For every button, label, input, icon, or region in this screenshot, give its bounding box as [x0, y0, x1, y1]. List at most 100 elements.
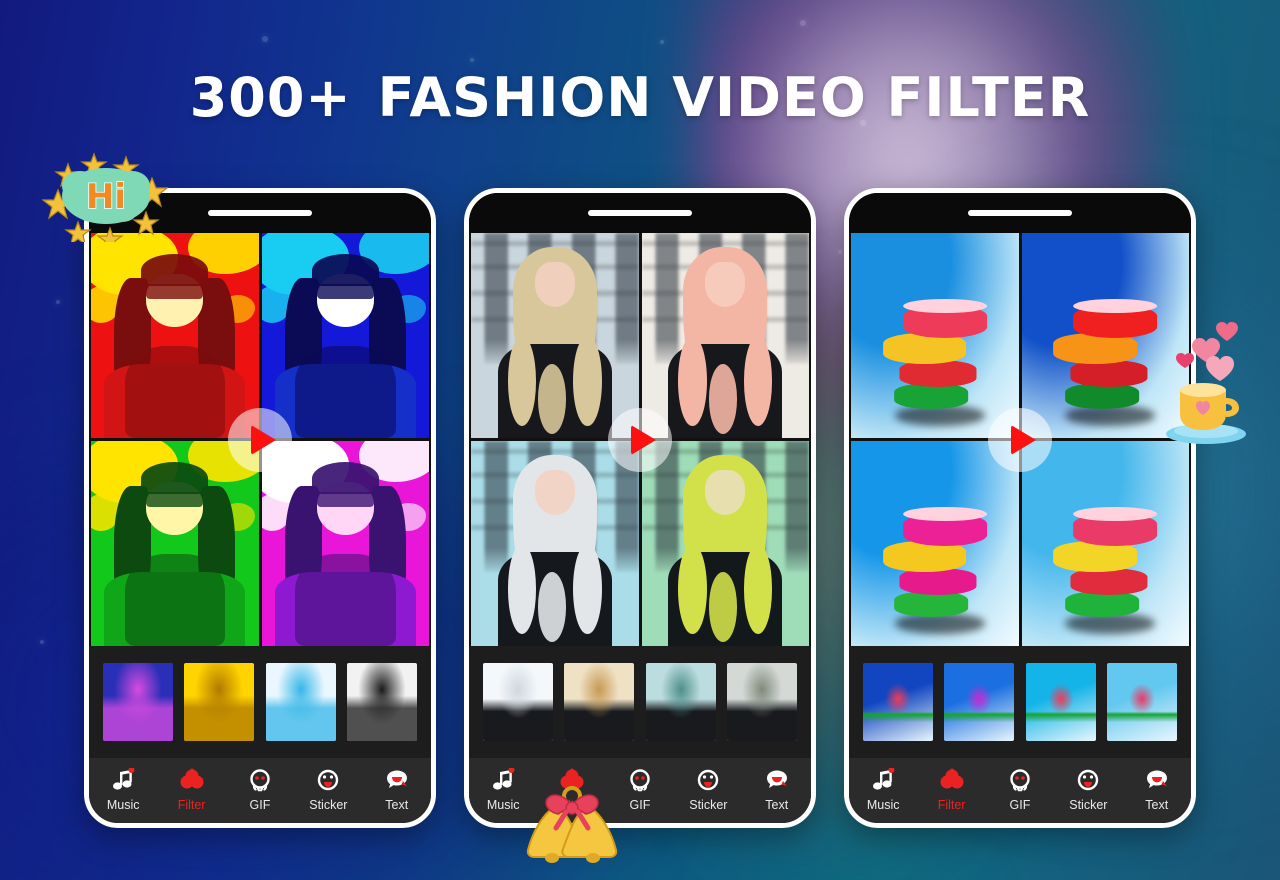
nav-item-sticker[interactable]: Sticker [676, 767, 740, 812]
filmstrip-thumb-blue-violet[interactable] [102, 663, 173, 741]
music-note-icon [110, 767, 136, 793]
preview-cell-blue-vivid[interactable] [851, 233, 1019, 438]
speaker-slit [968, 210, 1072, 216]
preview-cell-magenta-purple-pop[interactable] [261, 441, 429, 646]
filmstrip-thumb-cyan[interactable] [1025, 663, 1096, 741]
phone-mockup-2: Music Filter GIF Sticker Text [464, 188, 816, 828]
preview-cell-red-yellow-pop[interactable] [91, 233, 259, 438]
gif-octopus-icon [627, 767, 653, 793]
phone-top-bar [849, 193, 1191, 233]
play-button[interactable] [608, 407, 672, 472]
filmstrip-thumb-violet-blue[interactable] [944, 663, 1015, 741]
nav-label-gif: GIF [629, 798, 651, 812]
speaker-slit [588, 210, 692, 216]
filter-blob-icon [939, 767, 965, 793]
preview-cell-cyan-magenta[interactable] [851, 441, 1019, 646]
candy-stack-artwork [851, 233, 1019, 438]
filmstrip-3[interactable] [849, 646, 1191, 758]
gif-octopus-icon [247, 767, 273, 793]
filmstrip-thumb-cyan-white[interactable] [265, 663, 336, 741]
music-note-icon [870, 767, 896, 793]
golden-bells-sticker [516, 772, 628, 876]
nav-label-music: Music [106, 798, 140, 812]
text-bubble-icon [384, 767, 410, 793]
preview-grid-2[interactable] [469, 233, 811, 646]
nav-item-music[interactable]: Music [851, 767, 915, 812]
portrait-artwork [471, 233, 639, 438]
bottom-navbar-1[interactable]: Music Filter GIF Sticker Text [89, 758, 431, 823]
popart-artwork [91, 233, 259, 438]
filmstrip-1[interactable] [89, 646, 431, 758]
filmstrip-thumb-black-white[interactable] [347, 663, 418, 741]
nav-item-text[interactable]: Text [365, 767, 429, 812]
nav-item-gif[interactable]: GIF [228, 767, 292, 812]
text-bubble-icon [1144, 767, 1170, 793]
nav-label-text: Text [385, 798, 409, 812]
filmstrip-thumb-deep-blue[interactable] [862, 663, 933, 741]
nav-label-music: Music [866, 798, 900, 812]
candy-stack-artwork [851, 441, 1019, 646]
nav-label-sticker: Sticker [1069, 798, 1108, 812]
filmstrip-thumb-bright-white[interactable] [482, 663, 553, 741]
preview-grid-3[interactable] [849, 233, 1191, 646]
nav-label-gif: GIF [1009, 798, 1031, 812]
preview-cell-cool-neutral[interactable] [471, 233, 639, 438]
nav-label-filter: Filter [937, 798, 966, 812]
play-button[interactable] [228, 407, 292, 472]
portrait-artwork [641, 233, 809, 438]
nav-item-gif[interactable]: GIF [988, 767, 1052, 812]
preview-grid-1[interactable] [89, 233, 431, 646]
play-triangle-icon [250, 424, 276, 455]
preview-cell-green-yellow-pop[interactable] [91, 441, 259, 646]
filter-count: 300+ [189, 66, 352, 129]
filmstrip-2[interactable] [469, 646, 811, 758]
nav-item-filter[interactable]: Filter [920, 767, 984, 812]
phone-mockup-3: Music Filter GIF Sticker Text [844, 188, 1196, 828]
text-bubble-icon [764, 767, 790, 793]
nav-item-music[interactable]: Music [91, 767, 155, 812]
filter-blob-icon [179, 767, 205, 793]
phone-top-bar [469, 193, 811, 233]
nav-item-sticker[interactable]: Sticker [296, 767, 360, 812]
hi-badge-sticker: Hi [41, 146, 170, 252]
nav-label-sticker: Sticker [309, 798, 348, 812]
preview-cell-peach-pink[interactable] [641, 233, 809, 438]
phone-mockup-1: Music Filter GIF Sticker Text [84, 188, 436, 828]
sticker-face-icon [1075, 767, 1101, 793]
portrait-artwork [641, 441, 809, 646]
coffee-cup-hearts-sticker [1158, 318, 1254, 446]
nav-label-text: Text [765, 798, 789, 812]
title-text: FASHION VIDEO FILTER [377, 66, 1091, 129]
hi-sticker-text: Hi [86, 177, 126, 217]
play-triangle-icon [630, 424, 656, 455]
preview-cell-blue-cyan-pop[interactable] [261, 233, 429, 438]
play-triangle-icon [1010, 424, 1036, 455]
filmstrip-thumb-pale-blue[interactable] [1107, 663, 1178, 741]
nav-item-filter[interactable]: Filter [160, 767, 224, 812]
popart-artwork [261, 233, 429, 438]
popart-artwork [261, 441, 429, 646]
music-note-icon [490, 767, 516, 793]
nav-label-sticker: Sticker [689, 798, 728, 812]
nav-label-gif: GIF [249, 798, 271, 812]
candy-stack-artwork [1021, 441, 1189, 646]
portrait-artwork [471, 441, 639, 646]
filmstrip-thumb-teal[interactable] [645, 663, 716, 741]
nav-label-text: Text [1145, 798, 1169, 812]
nav-item-sticker[interactable]: Sticker [1056, 767, 1120, 812]
filmstrip-thumb-grey-green[interactable] [727, 663, 798, 741]
bottom-navbar-3[interactable]: Music Filter GIF Sticker Text [849, 758, 1191, 823]
nav-item-text[interactable]: Text [1125, 767, 1189, 812]
nav-label-filter: Filter [177, 798, 206, 812]
preview-cell-green-lime[interactable] [641, 441, 809, 646]
sticker-face-icon [695, 767, 721, 793]
sticker-face-icon [315, 767, 341, 793]
nav-item-text[interactable]: Text [745, 767, 809, 812]
filmstrip-thumb-yellow[interactable] [184, 663, 255, 741]
page-title: 300+ FASHION VIDEO FILTER [0, 66, 1280, 129]
play-button[interactable] [988, 407, 1052, 472]
preview-cell-cyan-aqua[interactable] [471, 441, 639, 646]
preview-cell-sky-soft[interactable] [1021, 441, 1189, 646]
speaker-slit [208, 210, 312, 216]
filmstrip-thumb-warm-sepia[interactable] [564, 663, 635, 741]
